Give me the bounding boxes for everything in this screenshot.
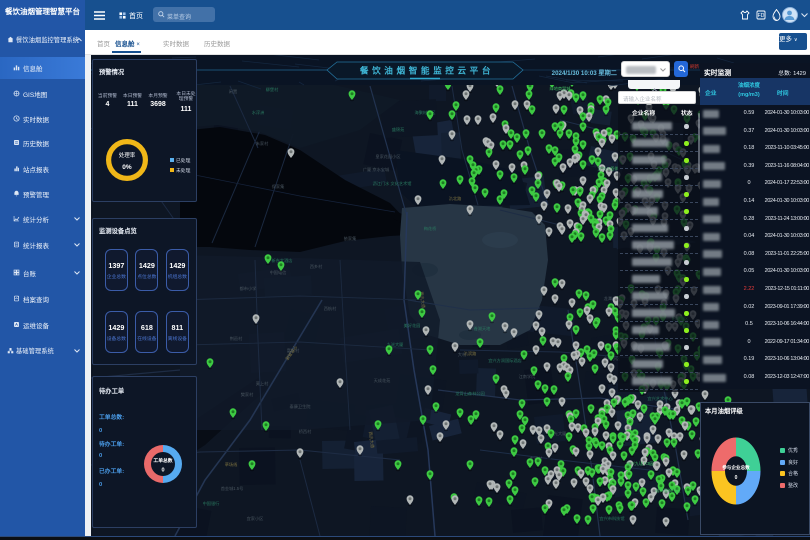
- svg-text:龙背山森林公园: 龙背山森林公园: [455, 390, 484, 397]
- svg-text:处理率: 处理率: [119, 151, 136, 159]
- svg-text:广厦 京水宝城: 广厦 京水宝城: [363, 166, 390, 173]
- svg-text:朱家村: 朱家村: [256, 140, 269, 147]
- svg-text:宜兴八佰伴: 宜兴八佰伴: [598, 165, 620, 172]
- svg-text:美好花园: 美好花园: [404, 322, 421, 329]
- svg-text:西乡村: 西乡村: [310, 263, 323, 270]
- svg-text:西航村: 西航村: [324, 305, 337, 312]
- svg-text:中国电信: 中国电信: [270, 269, 287, 276]
- svg-text:餐饮油烟智能监控云平台: 餐饮油烟智能监控云平台: [359, 65, 494, 76]
- svg-text:氿滨路: 氿滨路: [464, 350, 477, 357]
- svg-text:莫上村: 莫上村: [256, 380, 269, 387]
- svg-text:参与企业总数: 参与企业总数: [722, 464, 750, 471]
- svg-text:梅花桥: 梅花桥: [424, 225, 437, 232]
- svg-text:依家集: 依家集: [344, 235, 357, 242]
- svg-text:绿地商贸城: 绿地商贸城: [550, 85, 572, 92]
- svg-text:天成花苑: 天成花苑: [374, 377, 392, 384]
- svg-text:中国银行: 中国银行: [203, 500, 220, 507]
- svg-text:桥西村: 桥西村: [299, 428, 312, 435]
- svg-text:草场线: 草场线: [225, 461, 238, 468]
- svg-text:香湖天地: 香湖天地: [474, 325, 492, 332]
- svg-text:盛锦苑: 盛锦苑: [392, 126, 405, 133]
- svg-text:宜家小区: 宜家小区: [247, 515, 264, 522]
- svg-text:樊家村: 樊家村: [241, 391, 254, 398]
- svg-text:荆邑村: 荆邑村: [230, 335, 243, 342]
- svg-text:保家集: 保家集: [272, 183, 285, 190]
- svg-text:泰康卫生院: 泰康卫生院: [290, 403, 312, 410]
- svg-text:沥江门水 文化艺术馆: 沥江门水 文化艺术馆: [373, 180, 412, 187]
- svg-text:水浮洲: 水浮洲: [252, 109, 265, 115]
- svg-text:宜兴方润国际酒店: 宜兴方润国际酒店: [488, 357, 522, 364]
- svg-text:闲置: 闲置: [229, 88, 237, 95]
- svg-text:FD: FD: [758, 13, 765, 19]
- svg-text:皇家花园小区: 皇家花园小区: [375, 153, 400, 160]
- svg-text:宜兴市科技馆: 宜兴市科技馆: [599, 515, 624, 522]
- svg-text:0: 0: [735, 475, 738, 481]
- svg-text:氿北路: 氿北路: [449, 195, 462, 202]
- svg-text:首金城1.5号: 首金城1.5号: [221, 485, 244, 492]
- svg-text:都市小学: 都市小学: [240, 285, 257, 292]
- svg-text:工单总数: 工单总数: [153, 457, 172, 464]
- svg-text:宜兴九珑 K3园: 宜兴九珑 K3园: [626, 460, 653, 467]
- svg-text:桂林雪枫西区: 桂林雪枫西区: [655, 487, 680, 494]
- svg-text:0: 0: [161, 468, 164, 474]
- svg-text:柳堡村: 柳堡村: [266, 86, 279, 93]
- svg-text:0%: 0%: [122, 164, 132, 171]
